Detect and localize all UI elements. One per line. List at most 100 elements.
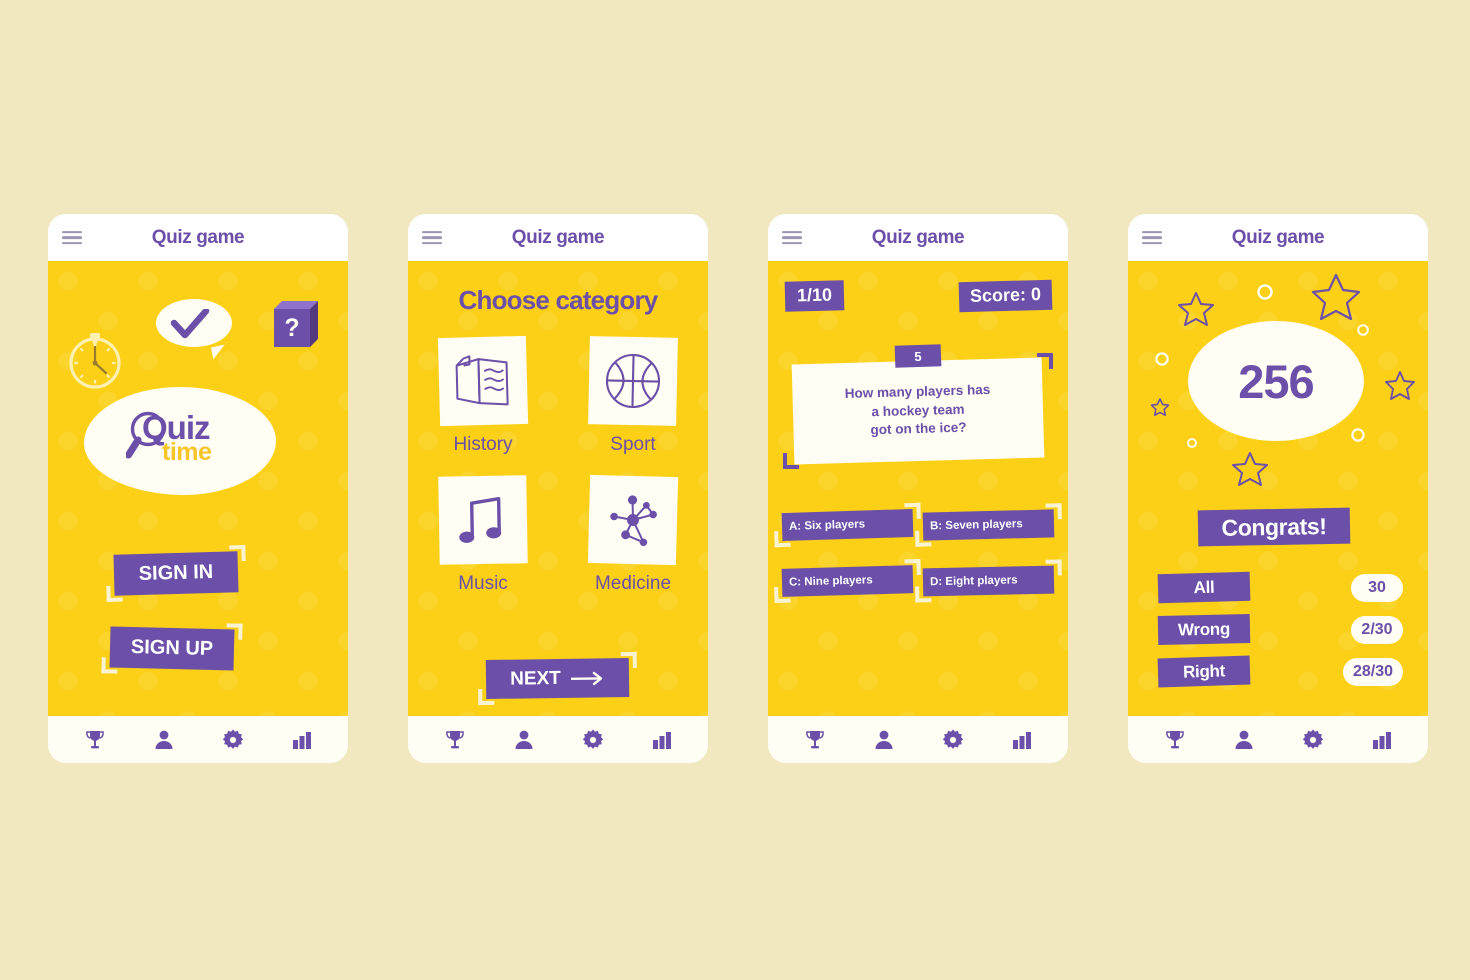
sign-in-label: SIGN IN	[138, 560, 214, 586]
page-title: Quiz game	[871, 226, 965, 248]
sign-up-button[interactable]: SIGN UP	[101, 623, 243, 674]
circle-outline-icon	[1351, 428, 1365, 442]
stat-label-all: All	[1157, 571, 1251, 604]
stat-label-right: Right	[1157, 655, 1251, 688]
music-note-icon	[459, 497, 502, 543]
category-tile	[587, 474, 679, 566]
gear-icon[interactable]	[579, 726, 607, 754]
corner-bracket-icon	[101, 657, 118, 674]
molecule-icon	[610, 495, 657, 547]
corner-bracket-icon	[478, 688, 495, 706]
corner-bracket-icon	[226, 623, 243, 640]
trophy-icon[interactable]	[81, 726, 109, 754]
trophy-icon[interactable]	[801, 726, 829, 754]
corner-bracket-icon	[1045, 503, 1062, 520]
bar-chart-icon[interactable]	[648, 726, 676, 754]
stat-value-all: 30	[1351, 573, 1403, 602]
star-outline-icon	[1232, 452, 1268, 486]
corner-bracket-icon	[229, 545, 246, 562]
hamburger-icon[interactable]	[62, 230, 82, 245]
sign-up-label: SIGN UP	[130, 635, 214, 661]
next-button[interactable]: NEXT	[478, 651, 637, 706]
page-title: Quiz game	[511, 226, 605, 248]
circle-outline-icon	[1357, 324, 1369, 336]
hamburger-icon[interactable]	[1142, 230, 1162, 245]
bar-chart-icon[interactable]	[1368, 726, 1396, 754]
bar-chart-icon[interactable]	[1008, 726, 1036, 754]
person-icon[interactable]	[510, 726, 538, 754]
category-tile	[437, 335, 529, 427]
person-icon[interactable]	[870, 726, 898, 754]
stat-row: All 30	[1157, 571, 1403, 604]
hamburger-icon[interactable]	[422, 230, 442, 245]
answer-label: B: Seven players	[929, 518, 1023, 533]
corner-bracket-icon	[774, 586, 791, 604]
stat-value-right: 28/30	[1342, 657, 1403, 686]
star-outline-icon	[1178, 292, 1214, 326]
question-card-wrapper: 5 How many players has a hockey team got…	[783, 344, 1053, 469]
category-item-sport[interactable]: Sport	[558, 336, 708, 456]
category-item-music[interactable]: Music	[408, 475, 558, 595]
corner-bracket-icon	[783, 453, 799, 469]
category-tile	[588, 336, 678, 426]
app-header: Quiz game	[48, 214, 348, 261]
category-item-history[interactable]: History	[408, 335, 558, 456]
question-body: 1/10 Score: 0 5 How many players has a h…	[768, 261, 1068, 716]
category-label: Medicine	[594, 573, 672, 594]
corner-bracket-icon	[620, 651, 637, 669]
answer-label: D: Eight players	[929, 574, 1018, 589]
trophy-icon[interactable]	[1161, 726, 1189, 754]
phone-screen-login: Quiz game ? Quiz time SIGN IN SIGN UP	[48, 214, 348, 763]
stat-row: Wrong 2/30	[1157, 614, 1403, 645]
checkmark-icon	[170, 309, 210, 339]
sign-in-button[interactable]: SIGN IN	[106, 545, 246, 602]
basketball-icon	[605, 353, 661, 409]
page-title: Quiz game	[1231, 226, 1325, 248]
results-stats: All 30 Wrong 2/30 Right 28/30	[1157, 571, 1403, 688]
stat-row: Right 28/30	[1157, 655, 1403, 688]
circle-outline-icon	[1155, 352, 1169, 366]
trophy-icon[interactable]	[441, 726, 469, 754]
next-label: NEXT	[510, 667, 561, 690]
quiz-time-logo: Quiz time	[106, 405, 256, 477]
corner-bracket-icon	[915, 530, 932, 547]
answer-option-b[interactable]: B: Seven players	[915, 503, 1062, 547]
bar-chart-icon[interactable]	[288, 726, 316, 754]
hamburger-icon[interactable]	[782, 230, 802, 245]
category-label: History	[453, 434, 513, 455]
question-text: How many players has a hockey team got o…	[844, 382, 991, 438]
person-icon[interactable]	[1230, 726, 1258, 754]
answer-option-a[interactable]: A: Six players	[774, 502, 921, 548]
login-body: ? Quiz time SIGN IN SIGN UP	[48, 261, 348, 716]
background-pattern	[768, 261, 1068, 716]
results-body: 256 Congrats! All 30 Wrong 2/30 Right 28…	[1128, 261, 1428, 716]
question-card: How many players has a hockey team got o…	[791, 357, 1045, 465]
corner-bracket-icon	[904, 558, 921, 576]
answer-option-d[interactable]: D: Eight players	[915, 559, 1062, 603]
gear-icon[interactable]	[939, 726, 967, 754]
category-tile	[438, 475, 528, 565]
phone-screen-question: Quiz game 1/10 Score: 0 5 How many playe…	[768, 214, 1068, 763]
category-item-medicine[interactable]: Medicine	[558, 474, 708, 595]
category-body: Choose category History Sport Music Medi…	[408, 261, 708, 716]
bottom-nav	[48, 716, 348, 763]
corner-bracket-icon	[904, 502, 921, 520]
stopwatch-icon	[69, 333, 121, 389]
person-icon[interactable]	[150, 726, 178, 754]
gear-icon[interactable]	[219, 726, 247, 754]
final-score-value: 256	[1238, 354, 1314, 408]
corner-bracket-icon	[774, 530, 791, 548]
answer-option-c[interactable]: C: Nine players	[774, 558, 921, 604]
login-artwork: ? Quiz time	[48, 287, 348, 517]
star-outline-icon	[1311, 273, 1361, 321]
page-title: Quiz game	[151, 226, 245, 248]
arrow-right-icon	[570, 671, 603, 685]
svg-text:?: ?	[284, 314, 299, 342]
circle-outline-icon	[1187, 438, 1197, 448]
gear-icon[interactable]	[1299, 726, 1327, 754]
stat-value-wrong: 2/30	[1351, 615, 1403, 644]
choose-category-title: Choose category	[458, 285, 659, 315]
bottom-nav	[768, 716, 1068, 763]
corner-bracket-icon	[106, 585, 123, 602]
star-outline-icon	[1385, 371, 1415, 400]
